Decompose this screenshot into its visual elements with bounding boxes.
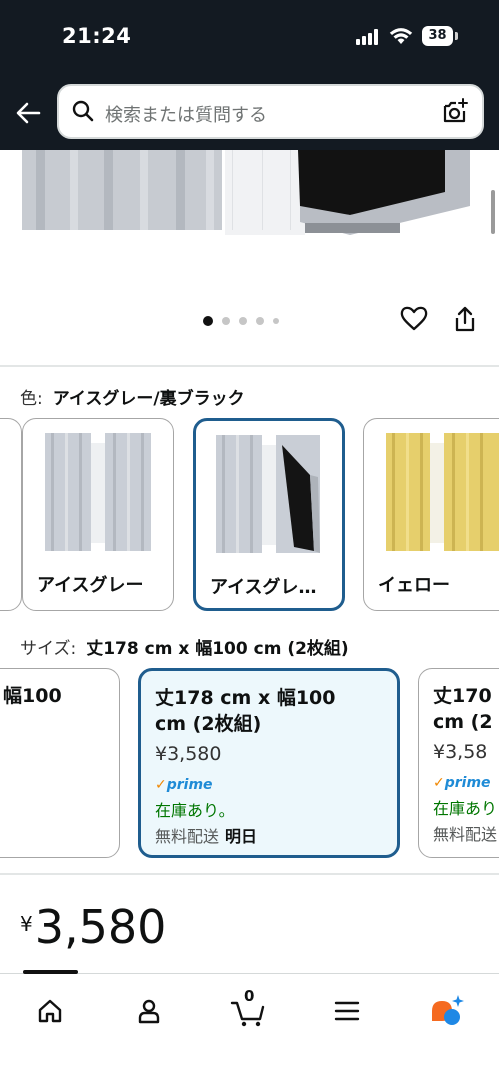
battery-icon: 38 xyxy=(422,26,453,46)
ai-assistant-icon xyxy=(432,995,464,1025)
size-label: サイズ: 丈178 cm x 幅100 cm (2枚組) xyxy=(20,634,349,659)
nav-account[interactable] xyxy=(129,991,169,1031)
prime-badge: ✓prime xyxy=(433,775,491,791)
size-option-price: ¥3,58 xyxy=(433,741,488,763)
pager-dot[interactable] xyxy=(222,317,230,325)
pager-dot[interactable] xyxy=(239,317,247,325)
active-tab-indicator xyxy=(23,970,78,974)
camera-search-icon[interactable] xyxy=(440,97,470,127)
color-label: 色: アイスグレー/裏ブラック xyxy=(20,384,245,409)
home-icon xyxy=(38,999,62,1023)
search-placeholder: 検索または質問する xyxy=(105,105,267,126)
currency-symbol: ¥ xyxy=(20,912,33,936)
top-header: 検索または質問する xyxy=(0,78,499,150)
status-time: 21:24 xyxy=(62,24,132,48)
size-option-170[interactable]: 丈170 cm (2 ¥3,58 ✓prime 在庫あり 無料配送 xyxy=(418,668,499,858)
prime-check-icon: ✓ xyxy=(155,777,167,793)
pager-dot[interactable] xyxy=(256,317,264,325)
size-selected-value: 丈178 cm x 幅100 cm (2枚組) xyxy=(86,639,349,659)
person-icon xyxy=(138,999,160,1024)
color-swatch-yellow[interactable]: イェロー xyxy=(363,418,499,611)
nav-menu[interactable] xyxy=(327,991,367,1031)
image-pager[interactable] xyxy=(203,316,279,326)
color-swatch-partial[interactable] xyxy=(0,418,22,611)
color-swatch-ice-grey-black[interactable]: アイスグレ… xyxy=(193,418,345,611)
cellular-signal-icon xyxy=(356,29,382,45)
nav-cart[interactable]: 0 xyxy=(228,987,268,1031)
heart-icon[interactable] xyxy=(400,305,428,331)
menu-icon xyxy=(334,1001,360,1021)
shipping-info: 無料配送 明日 xyxy=(155,823,257,847)
size-option-price: ¥3,580 xyxy=(155,743,222,765)
shipping-text: 無料配送 xyxy=(155,827,220,846)
color-swatch-ice-grey[interactable]: アイスグレー xyxy=(22,418,174,611)
stock-status: 在庫あり。 xyxy=(155,801,235,820)
nav-home[interactable] xyxy=(30,991,70,1031)
size-title-line2: cm (2枚組) xyxy=(155,713,262,735)
size-title-line1: 丈178 cm x 幅100 xyxy=(155,687,336,709)
swatch-label: アイスグレ… xyxy=(210,577,317,598)
back-arrow-icon[interactable] xyxy=(13,97,45,129)
size-option-178x100[interactable]: 丈178 cm x 幅100 cm (2枚組) ¥3,580 ✓prime 在庫… xyxy=(138,668,400,858)
swatch-label: イェロー xyxy=(378,575,450,596)
color-key: 色: xyxy=(20,389,43,409)
size-key: サイズ: xyxy=(20,639,77,659)
prime-text: prime xyxy=(166,777,213,793)
prime-check-icon: ✓ xyxy=(433,775,445,791)
size-title-line1: 丈170 xyxy=(433,685,492,707)
cart-count: 0 xyxy=(244,987,255,1005)
divider xyxy=(0,365,499,367)
delivery-day: 明日 xyxy=(225,827,258,846)
shipping-text: 無料配送 xyxy=(433,825,498,844)
search-icon xyxy=(72,100,94,122)
color-selected-value: アイスグレー/裏ブラック xyxy=(52,389,245,409)
product-image-gallery[interactable] xyxy=(0,150,499,365)
size-option-partial[interactable]: 幅100 xyxy=(0,668,120,858)
wifi-icon xyxy=(389,28,413,44)
product-price: ¥3,580 xyxy=(20,900,166,954)
swatch-image xyxy=(386,433,499,551)
battery-cap xyxy=(455,32,458,40)
pager-dot[interactable] xyxy=(203,316,213,326)
status-bar: 21:24 38 xyxy=(0,0,499,78)
shipping-info: 無料配送 xyxy=(433,821,497,845)
search-bar[interactable]: 検索または質問する xyxy=(57,84,484,139)
swatch-image xyxy=(216,435,320,553)
swatch-image xyxy=(45,433,151,551)
divider xyxy=(0,873,499,875)
size-title-line2: cm (2 xyxy=(433,711,493,733)
nav-ai-assistant[interactable] xyxy=(426,991,466,1031)
size-option-title: 幅100 xyxy=(3,685,62,707)
swatch-label: アイスグレー xyxy=(37,575,144,596)
product-image xyxy=(0,150,499,300)
size-option-title: 丈170 cm (2 xyxy=(433,683,493,735)
stock-status: 在庫あり xyxy=(433,799,498,818)
prime-badge: ✓prime xyxy=(155,777,213,793)
prime-text: prime xyxy=(444,775,491,791)
product-page: 21:24 38 検索または質問する 色: アイスグレー/裏ブラック アイスグレ… xyxy=(0,0,499,1080)
scroll-indicator xyxy=(491,190,495,234)
bottom-nav: 0 xyxy=(0,970,499,1080)
price-amount: 3,580 xyxy=(34,900,167,954)
share-icon[interactable] xyxy=(452,305,478,333)
pager-dot[interactable] xyxy=(273,318,279,324)
size-option-title: 丈178 cm x 幅100 cm (2枚組) xyxy=(155,685,335,737)
